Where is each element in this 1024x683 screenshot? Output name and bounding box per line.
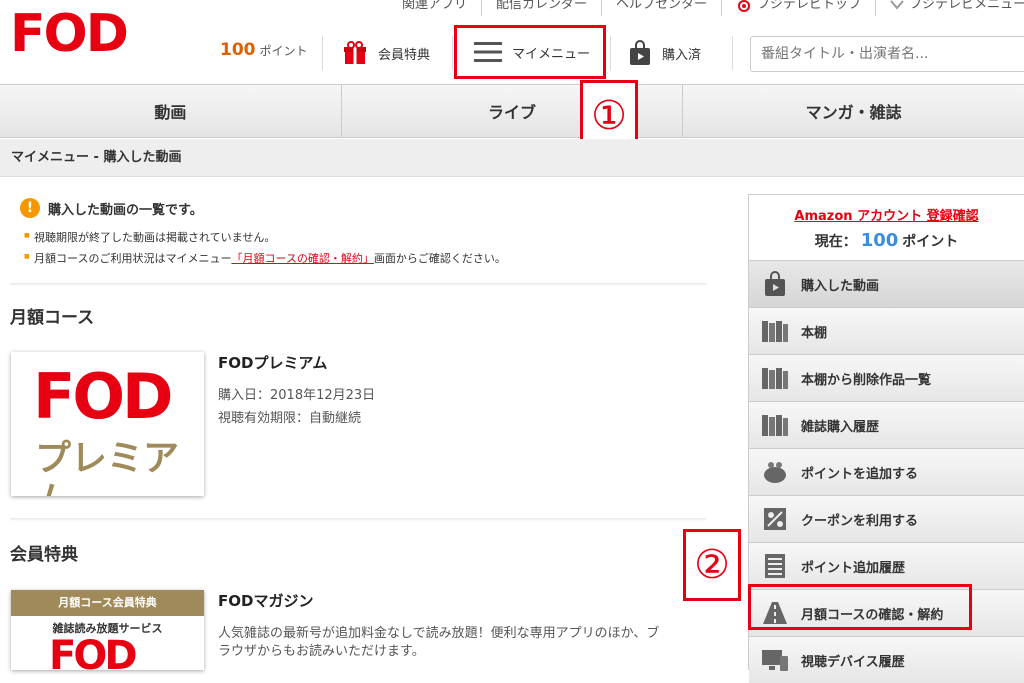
notice-line-1: 視聴期限が終了した動画は掲載されていません。 xyxy=(24,229,275,245)
benefit-banner: 月額コース会員特典 xyxy=(11,590,204,616)
annotation-step-2: ② xyxy=(683,529,741,601)
fod-magazine-logo: FOD xyxy=(49,633,138,670)
notice-title: ! 購入した動画の一覧です。 xyxy=(20,198,203,218)
fod-magazine-title[interactable]: FODマガジン xyxy=(218,590,313,611)
bookshelf-icon xyxy=(761,411,789,439)
notice-line-2: 月額コースのご利用状況はマイメニュー「月額コースの確認・解約」画面からご確認くだ… xyxy=(24,250,506,266)
fujitv-eye-icon xyxy=(738,0,751,12)
header-divider xyxy=(610,36,611,70)
sidebar-item-add-points[interactable]: ポイントを追加する xyxy=(749,448,1024,495)
sidebar-account-info: Amazon アカウント 登録確認 現在： 100 ポイント xyxy=(749,195,1024,260)
bookshelf-icon xyxy=(761,364,789,392)
member-benefits-heading: 会員特典 xyxy=(10,545,78,565)
top-link-apps[interactable]: 関連アプリ xyxy=(388,0,481,16)
header-divider xyxy=(732,36,733,70)
breadcrumb: マイメニュー - 購入した動画 xyxy=(0,139,1024,177)
member-benefits-button[interactable]: 会員特典 xyxy=(342,40,430,66)
fod-magazine-desc-1: 人気雑誌の最新号が追加料金なしで読み放題！便利な専用アプリのほか、ブ xyxy=(218,626,660,641)
header-divider xyxy=(452,36,453,70)
top-link-help[interactable]: ヘルプセンター xyxy=(601,0,721,16)
fod-premium-logo: FOD xyxy=(33,360,174,433)
exclamation-icon: ! xyxy=(20,198,40,218)
list-icon xyxy=(761,552,789,580)
highlight-box-my-menu xyxy=(454,25,606,79)
highlight-box-monthly-course xyxy=(748,584,972,630)
points-value: 100 xyxy=(220,40,256,60)
monthly-course-heading: 月額コース xyxy=(10,308,95,328)
top-link-fujitv-menu[interactable]: フジテレビメニュー xyxy=(875,0,1024,16)
fod-magazine-desc-2: ラウザからもお読みいただけます。 xyxy=(218,644,425,659)
purchased-button[interactable]: 購入済 xyxy=(628,40,701,66)
sidebar-item-device-history[interactable]: 視聴デバイス履歴 xyxy=(749,636,1024,683)
tab-manga-magazine[interactable]: マンガ・雑誌 xyxy=(683,85,1024,137)
header-divider xyxy=(322,36,323,70)
sidebar-item-magazine-history[interactable]: 雑誌購入履歴 xyxy=(749,401,1024,448)
section-divider xyxy=(10,518,706,521)
gift-icon xyxy=(344,41,366,64)
coin-purse-icon xyxy=(761,458,789,486)
fod-logo-text: FOD xyxy=(10,4,129,64)
sidebar-item-deleted-works[interactable]: 本棚から削除作品一覧 xyxy=(749,354,1024,401)
chevron-down-icon xyxy=(890,0,904,10)
tab-videos[interactable]: 動画 xyxy=(0,85,342,137)
search-input[interactable] xyxy=(750,36,1024,72)
purchase-date: 購入日：2018年12月23日 xyxy=(218,388,376,403)
section-divider xyxy=(10,283,706,286)
top-link-fujitv-top[interactable]: フジテレビトップ xyxy=(721,0,875,16)
fod-logo[interactable]: FOD xyxy=(10,4,129,64)
fod-premium-thumbnail[interactable]: FOD プレミアム xyxy=(11,352,204,496)
sidebar-item-bookshelf[interactable]: 本棚 xyxy=(749,307,1024,354)
fod-premium-title[interactable]: FODプレミアム xyxy=(218,352,327,373)
amazon-account-link[interactable]: Amazon アカウント 登録確認 xyxy=(749,205,1024,224)
expiry-date: 視聴有効期限：自動継続 xyxy=(218,411,362,426)
points-unit: ポイント xyxy=(259,44,308,58)
sidebar-item-points-history[interactable]: ポイント追加履歴 xyxy=(749,542,1024,589)
bookshelf-icon xyxy=(761,317,789,345)
shopping-bag-icon xyxy=(630,40,650,65)
top-link-calendar[interactable]: 配信カレンダー xyxy=(481,0,601,16)
category-tabs: 動画 ライブ マンガ・雑誌 xyxy=(0,84,1024,138)
top-links: 関連アプリ 配信カレンダー ヘルプセンター フジテレビトップ フジテレビメニュー xyxy=(388,0,1024,20)
points-display[interactable]: 100 ポイント xyxy=(220,40,308,60)
fod-magazine-thumbnail[interactable]: 月額コース会員特典 雑誌読み放題サービス FOD xyxy=(11,590,204,670)
sidebar-item-purchased-videos[interactable]: 購入した動画 xyxy=(749,260,1024,307)
current-points: 現在： 100 ポイント xyxy=(814,230,959,251)
coupon-icon xyxy=(761,505,789,533)
sidebar-item-use-coupon[interactable]: クーポンを利用する xyxy=(749,495,1024,542)
monthly-course-link[interactable]: 「月額コースの確認・解約」 xyxy=(231,252,373,265)
shopping-bag-icon xyxy=(761,270,789,298)
